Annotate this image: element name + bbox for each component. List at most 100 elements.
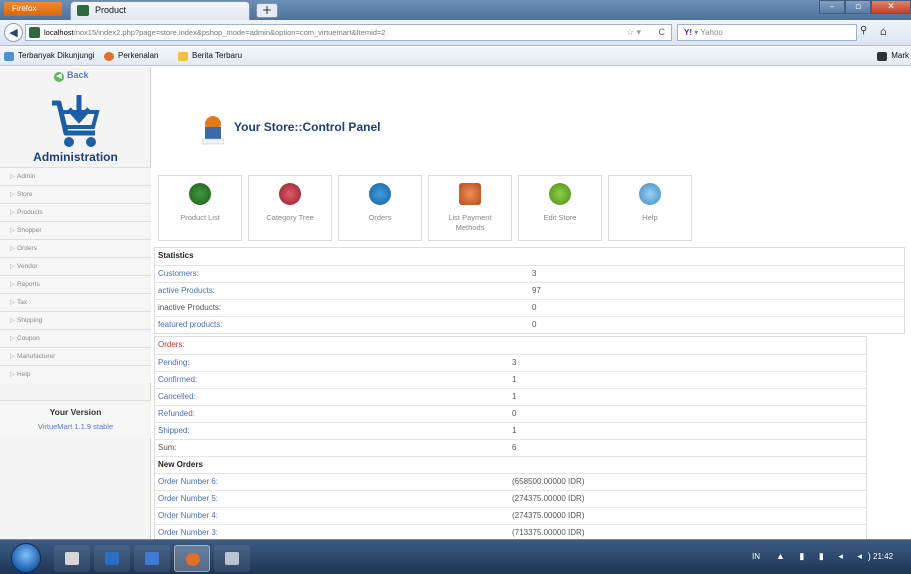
order-status-count: 0 (512, 409, 517, 418)
order-sum-label: Sum: (158, 443, 177, 452)
order-status-count: 3 (512, 358, 517, 367)
table-row: Confirmed: 1 (155, 371, 866, 388)
version-value[interactable]: VirtueMart 1.1.9 stable (0, 422, 151, 431)
expand-arrow-icon: ▷ (10, 281, 15, 288)
url-path: /nox15/index2.php?page=store.index&pshop… (73, 28, 386, 37)
main-panel: Your Store::Control Panel Product List C… (152, 67, 911, 539)
menu-item-reports[interactable]: ▷ Reports (0, 275, 151, 293)
menu-item-products[interactable]: ▷ Products (0, 203, 151, 221)
orders-download-icon (369, 183, 391, 205)
reload-icon[interactable]: C (659, 25, 666, 40)
bookmark-item[interactable]: Berita Terbaru (178, 47, 242, 65)
orders-table: Orders: Pending: 3 Confirmed: 1 Cancelled:… (154, 336, 867, 539)
stat-label[interactable]: Customers: (158, 266, 199, 282)
back-link[interactable]: ◀ Back (54, 70, 89, 82)
taskbar-app-firefox[interactable] (174, 545, 210, 572)
order-amount: (274375.00000 IDR) (512, 494, 585, 503)
order-number-link[interactable]: Order Number 6: (158, 474, 218, 490)
order-status-count: 1 (512, 426, 517, 435)
table-row: Cancelled: 1 (155, 388, 866, 405)
tab-title: Product (95, 5, 127, 15)
menu-item-coupon[interactable]: ▷ Coupon (0, 329, 151, 347)
menu-item-vendor[interactable]: ▷ Vendor (0, 257, 151, 275)
edit-store-pencil-icon (549, 183, 571, 205)
search-input[interactable]: Y! ▾ Yahoo (677, 24, 857, 41)
order-status-label[interactable]: Refunded: (158, 406, 195, 422)
close-button[interactable]: ✕ (871, 0, 911, 14)
bookmarks-menu[interactable]: Mark (877, 47, 909, 65)
orders-header: Orders: (158, 340, 185, 349)
search-placeholder: Yahoo (700, 28, 723, 37)
order-status-label[interactable]: Pending: (158, 355, 190, 371)
order-number-link[interactable]: Order Number 3: (158, 525, 218, 539)
browser-tab[interactable]: Product (70, 1, 250, 20)
bookmark-item[interactable]: Terbanyak Dikunjungi (4, 47, 95, 65)
order-amount: (713375.00000 IDR) (512, 528, 585, 537)
order-number-link[interactable]: Order Number 5: (158, 491, 218, 507)
start-button[interactable] (11, 543, 41, 573)
expand-arrow-icon: ▷ (10, 191, 15, 198)
expand-arrow-icon: ▷ (10, 317, 15, 324)
taskbar-app[interactable] (54, 545, 90, 572)
taskbar-app[interactable] (134, 545, 170, 572)
minimize-button[interactable]: – (819, 0, 845, 14)
help-magnifier-icon (639, 183, 661, 205)
order-status-count: 1 (512, 375, 517, 384)
tray-icons[interactable]: ▲ ▮ ▮ ◂ ◂) (776, 551, 877, 562)
orders-button[interactable]: Orders (338, 175, 422, 241)
category-tree-button[interactable]: Category Tree (248, 175, 332, 241)
table-row: Order Number 5: (274375.00000 IDR) (155, 490, 866, 507)
word-icon (145, 552, 159, 565)
table-row: Statistics (155, 248, 904, 265)
taskbar-app[interactable] (94, 545, 130, 572)
menu-item-shopper[interactable]: ▷ Shopper (0, 221, 151, 239)
edit-store-button[interactable]: Edit Store (518, 175, 602, 241)
bookmark-item[interactable]: Perkenalan (104, 47, 158, 65)
firefox-menu-button[interactable]: Firefox (4, 2, 62, 16)
bookmark-star-icon[interactable]: ☆ ▾ (626, 25, 641, 40)
maximize-button[interactable]: ▫ (845, 0, 871, 14)
menu-item-admin[interactable]: ▷ Admin (0, 167, 151, 185)
help-button[interactable]: Help (608, 175, 692, 241)
product-list-button[interactable]: Product List (158, 175, 242, 241)
order-amount: (658500.00000 IDR) (512, 477, 585, 486)
order-status-label[interactable]: Shipped: (158, 423, 190, 439)
table-row: Customers: 3 (155, 265, 904, 282)
menu-item-store[interactable]: ▷ Store (0, 185, 151, 203)
table-row: Order Number 4: (274375.00000 IDR) (155, 507, 866, 524)
bookmark-icon (4, 52, 14, 61)
clock[interactable]: 21:42 (873, 552, 893, 561)
menu-item-tax[interactable]: ▷ Tax (0, 293, 151, 311)
system-tray: IN ▲ ▮ ▮ ◂ ◂) 21:42 (740, 540, 911, 574)
menu-item-help[interactable]: ▷ Help (0, 365, 151, 383)
order-number-link[interactable]: Order Number 4: (158, 508, 218, 524)
paint-icon (225, 552, 239, 565)
home-icon[interactable]: ⌂ (880, 25, 894, 39)
table-row: Order Number 6: (658500.00000 IDR) (155, 473, 866, 490)
language-indicator[interactable]: IN (752, 552, 760, 561)
explorer-icon (65, 552, 79, 565)
browser-back-icon[interactable]: ◀ (4, 23, 23, 42)
taskbar-app[interactable] (214, 545, 250, 572)
address-bar[interactable]: localhost/nox15/index2.php?page=store.in… (25, 24, 672, 41)
search-icon[interactable]: ⚲ (860, 25, 874, 40)
expand-arrow-icon: ▷ (10, 299, 15, 306)
version-box: Your Version VirtueMart 1.1.9 stable (0, 400, 151, 438)
expand-arrow-icon: ▷ (10, 353, 15, 360)
menu-item-shipping[interactable]: ▷ Shipping (0, 311, 151, 329)
stat-label[interactable]: featured products: (158, 317, 222, 333)
firefox-icon (186, 553, 200, 566)
stat-label[interactable]: active Products: (158, 283, 215, 299)
table-row: Orders: (155, 337, 866, 354)
admin-menu: ▷ Admin ▷ Store ▷ Products ▷ Shopper ▷ Orders… (0, 167, 151, 383)
new-tab-button[interactable]: + (256, 3, 278, 18)
menu-item-manufacturer[interactable]: ▷ Manufacturer (0, 347, 151, 365)
order-status-label[interactable]: Confirmed: (158, 372, 197, 388)
media-player-icon (105, 552, 119, 565)
category-tree-icon (279, 183, 301, 205)
list-payment-methods-button[interactable]: List Payment Methods (428, 175, 512, 241)
expand-arrow-icon: ▷ (10, 263, 15, 270)
menu-item-orders[interactable]: ▷ Orders (0, 239, 151, 257)
version-title: Your Version (49, 407, 102, 417)
order-status-label[interactable]: Cancelled: (158, 389, 196, 405)
